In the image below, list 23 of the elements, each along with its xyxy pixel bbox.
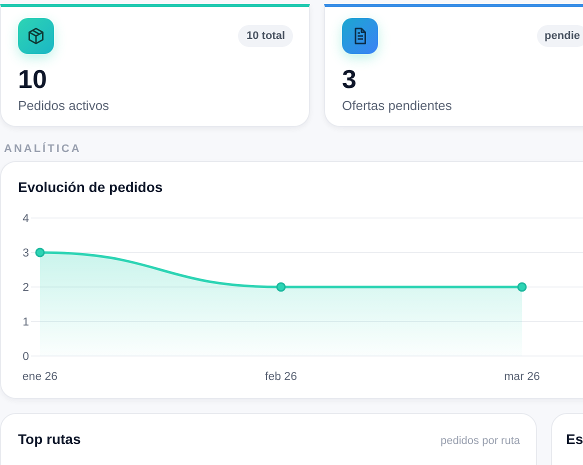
data-point [517,282,527,292]
x-tick-label: ene 26 [22,371,58,383]
data-point [276,282,286,292]
box-icon [27,27,45,45]
x-tick-label: mar 26 [504,371,540,383]
stat-label: Pedidos activos [18,98,110,113]
count-badge: 10 total [238,25,293,47]
panel-subtitle: pedidos por ruta [440,435,520,447]
y-tick-label: 3 [22,248,29,260]
data-point [35,248,45,258]
count-badge: pendie [536,25,583,47]
y-tick-label: 1 [22,316,29,328]
x-tick-label: feb 26 [265,371,297,383]
y-tick-label: 2 [22,282,29,294]
stat-value: 10 [18,64,48,94]
panel-title: Es [566,431,583,447]
stat-label: Ofertas pendientes [342,98,453,113]
panel-title: Top rutas [18,431,81,447]
chart-title: Evolución de pedidos [18,179,164,195]
stat-value: 3 [342,64,358,94]
section-label: ANALÍTICA [3,141,82,157]
y-tick-label: 4 [22,213,29,225]
y-tick-label: 0 [22,351,29,363]
